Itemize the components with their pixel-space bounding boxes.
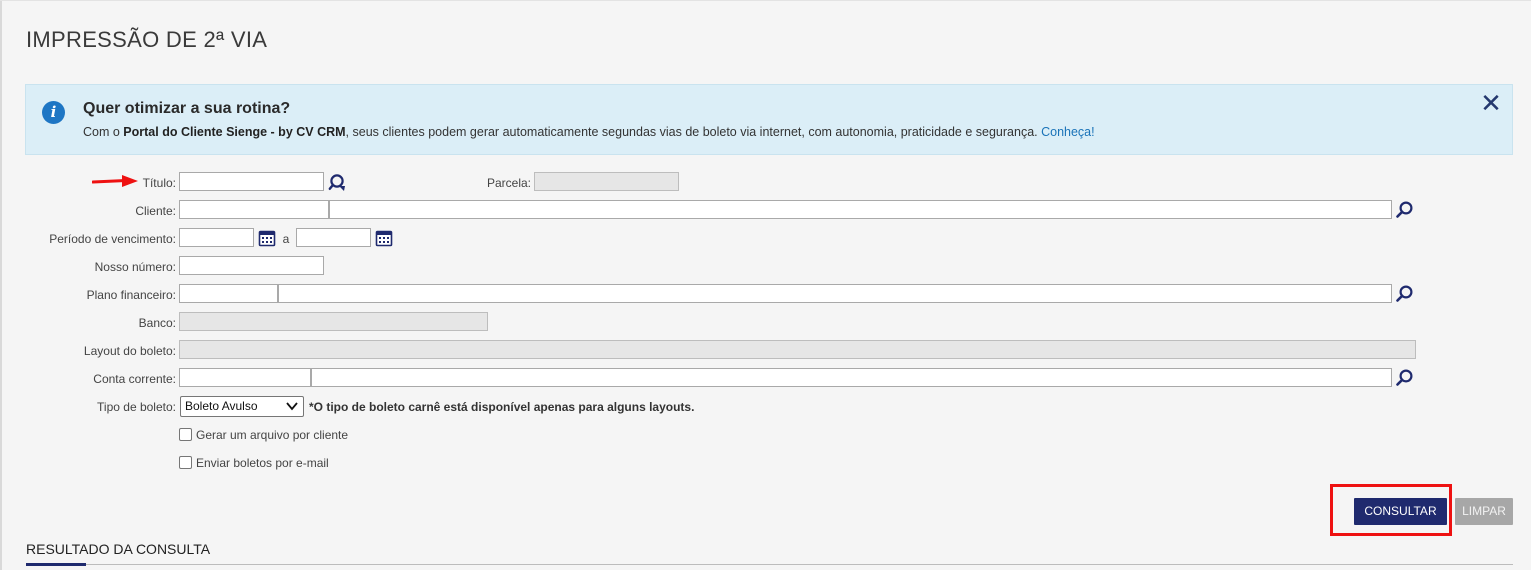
banner-text-prefix: Com o (83, 125, 124, 139)
titulo-input[interactable] (179, 172, 324, 191)
banco-label: Banco: (138, 316, 176, 330)
result-title: RESULTADO DA CONSULTA (26, 541, 211, 557)
banner-text: Com o Portal do Cliente Sienge - by CV C… (83, 125, 1095, 139)
banner-title: Quer otimizar a sua rotina? (83, 100, 291, 117)
result-divider (26, 564, 1513, 565)
titulo-search-icon[interactable] (328, 172, 348, 192)
banner-link[interactable]: Conheça! (1041, 125, 1095, 139)
result-tab-indicator (26, 563, 86, 566)
enviar-email-label: Enviar boletos por e-mail (196, 456, 329, 470)
plano-financeiro-label: Plano financeiro: (86, 288, 176, 302)
banner-text-middle: , seus clientes podem gerar automaticame… (345, 125, 1042, 139)
top-edge (0, 0, 1531, 1)
nosso-numero-label: Nosso número: (94, 260, 176, 274)
banco-input (179, 312, 488, 331)
titulo-label: Título: (142, 176, 176, 190)
parcela-label: Parcela: (486, 176, 531, 190)
plano-financeiro-code-input[interactable] (179, 284, 278, 303)
cliente-name-input[interactable] (329, 200, 1392, 219)
close-icon[interactable]: ✕ (1480, 91, 1502, 117)
periodo-from-calendar-icon[interactable] (257, 228, 277, 248)
banner-text-bold: Portal do Cliente Sienge - by CV CRM (123, 125, 346, 139)
periodo-label: Período de vencimento: (49, 232, 176, 246)
periodo-to-input[interactable] (296, 228, 371, 247)
periodo-to-calendar-icon[interactable] (374, 228, 394, 248)
limpar-button[interactable]: LIMPAR (1455, 498, 1513, 525)
tipo-boleto-selected-value: Boleto Avulso (185, 399, 258, 413)
cliente-code-input[interactable] (179, 200, 329, 219)
nosso-numero-input[interactable] (179, 256, 324, 275)
enviar-email-checkbox[interactable] (179, 456, 192, 469)
tipo-boleto-label: Tipo de boleto: (97, 400, 176, 414)
periodo-from-input[interactable] (179, 228, 254, 247)
conta-corrente-name-input[interactable] (311, 368, 1392, 387)
conta-corrente-label: Conta corrente: (93, 372, 176, 386)
plano-financeiro-name-input[interactable] (278, 284, 1392, 303)
page-title: IMPRESSÃO DE 2ª VIA (26, 27, 268, 52)
layout-boleto-label: Layout do boleto: (83, 344, 176, 358)
gerar-arquivo-checkbox[interactable] (179, 428, 192, 441)
layout-boleto-input (179, 340, 1416, 359)
chevron-down-icon (286, 402, 298, 411)
gerar-arquivo-label: Gerar um arquivo por cliente (196, 428, 349, 442)
conta-corrente-code-input[interactable] (179, 368, 311, 387)
info-icon: i (42, 101, 65, 124)
conta-corrente-search-icon[interactable] (1395, 368, 1415, 388)
consultar-button[interactable]: CONSULTAR (1354, 498, 1447, 525)
periodo-separator: a (282, 232, 290, 246)
parcela-input (534, 172, 679, 191)
tipo-boleto-select[interactable]: Boleto Avulso (180, 396, 304, 417)
info-banner: i Quer otimizar a sua rotina? Com o Port… (25, 84, 1513, 155)
plano-financeiro-search-icon[interactable] (1395, 284, 1415, 304)
left-edge (0, 0, 2, 570)
cliente-label: Cliente: (135, 204, 176, 218)
tipo-boleto-note: *O tipo de boleto carnê está disponível … (309, 400, 695, 414)
cliente-search-icon[interactable] (1395, 200, 1415, 220)
